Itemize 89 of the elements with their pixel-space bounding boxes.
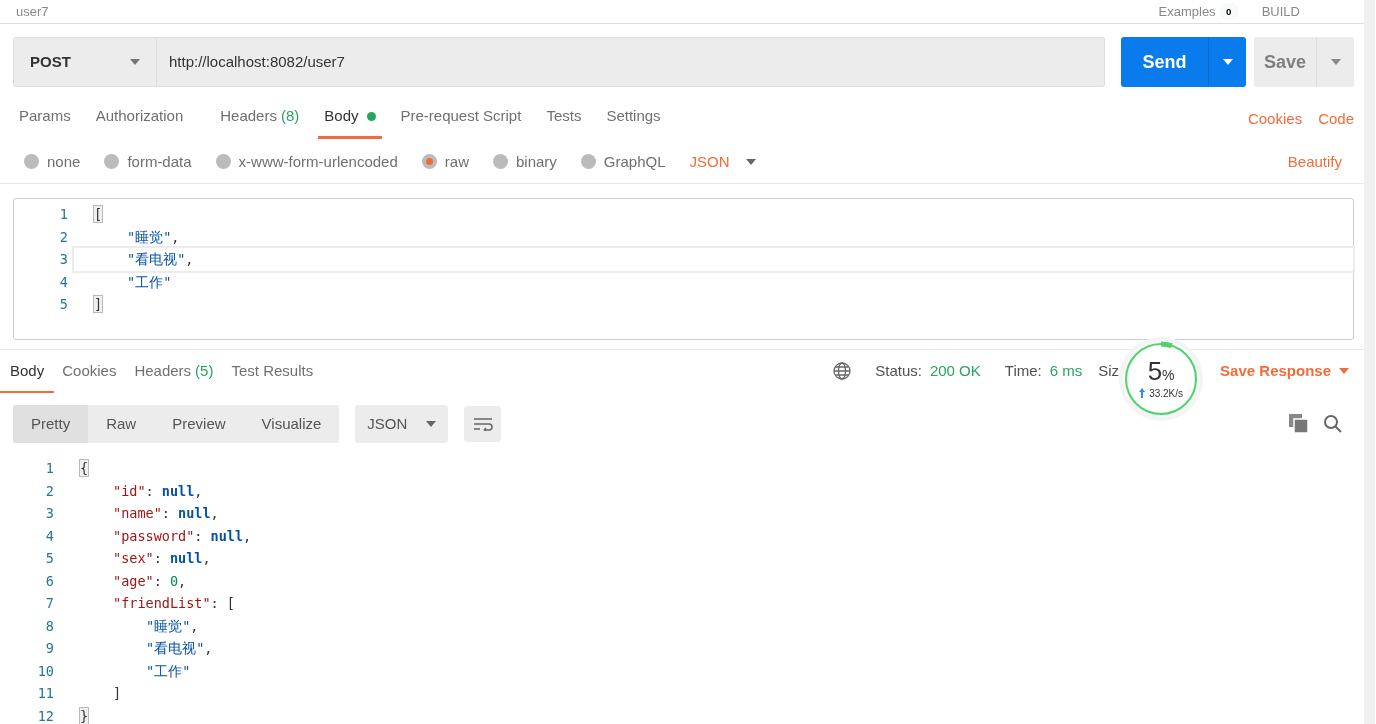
code-line: "工作" xyxy=(126,272,173,292)
line-number: 11 xyxy=(36,684,55,703)
globe-icon[interactable] xyxy=(833,362,852,381)
copy-icon[interactable] xyxy=(1289,414,1308,434)
save-options-button[interactable] xyxy=(1316,37,1354,87)
request-link[interactable]: Cookies xyxy=(1247,108,1303,131)
request-tab[interactable]: Pre-request Script xyxy=(394,95,528,139)
time-label: Time: xyxy=(1004,361,1042,381)
line-number: 2 xyxy=(44,481,55,501)
body-type-label[interactable]: x-www-form-urlencoded xyxy=(238,150,398,173)
response-tab[interactable]: Body xyxy=(0,350,55,393)
status-value: 200 OK xyxy=(929,361,981,381)
request-tab[interactable]: Headers (8) xyxy=(214,95,306,139)
line-number: 4 xyxy=(58,272,69,292)
body-type-label[interactable]: binary xyxy=(515,150,557,173)
format-dropdown[interactable]: JSON xyxy=(689,150,756,173)
code-line: ] xyxy=(112,684,123,703)
code-line: "name": null, xyxy=(112,504,220,523)
view-mode-tab[interactable]: Pretty xyxy=(13,404,89,443)
time-value: 6 ms xyxy=(1049,361,1083,381)
format-dropdown[interactable]: JSON xyxy=(355,404,449,443)
request-tab[interactable]: Authorization xyxy=(89,95,190,139)
line-number: 2 xyxy=(58,227,69,247)
request-link[interactable]: Code xyxy=(1318,108,1354,131)
caret-icon xyxy=(1222,59,1233,65)
request-tab[interactable]: Params xyxy=(13,95,77,139)
code-editor[interactable]: 1 [ 2 "睡觉", 3 "看电视", 4 "工作" 5 ] xyxy=(13,198,1354,340)
code-line: "工作" xyxy=(145,661,192,681)
line-number: 10 xyxy=(36,661,55,681)
response-tab[interactable]: Test Results xyxy=(223,350,324,393)
request-name[interactable]: user7 xyxy=(16,1,49,22)
radio-button[interactable] xyxy=(492,154,508,170)
radio-button[interactable] xyxy=(421,154,437,170)
line-number: 3 xyxy=(44,504,55,523)
caret-icon xyxy=(426,420,437,427)
line-number: 8 xyxy=(44,616,55,636)
radio-button[interactable] xyxy=(24,154,39,170)
examples-label[interactable]: Examples xyxy=(1158,1,1216,22)
caret-icon xyxy=(130,59,140,65)
code-line: "id": null, xyxy=(112,481,204,501)
body-type-label[interactable]: form-data xyxy=(127,150,192,173)
code-line: "password": null, xyxy=(112,526,253,546)
url-field[interactable]: http://localhost:8082/user7 xyxy=(157,37,1105,87)
upload-arrow-icon xyxy=(1139,388,1146,399)
caret-icon xyxy=(1339,368,1349,375)
code-line: "睡觉", xyxy=(145,616,200,636)
wrap-lines-icon xyxy=(472,416,493,431)
body-type-label[interactable]: GraphQL xyxy=(603,150,666,173)
body-type-label[interactable]: raw xyxy=(444,150,469,173)
send-button[interactable]: Send xyxy=(1121,37,1208,87)
line-number: 6 xyxy=(44,571,55,591)
search-icon[interactable] xyxy=(1324,414,1342,433)
request-tab[interactable]: Settings xyxy=(600,95,667,139)
code-line: "看电视", xyxy=(145,639,214,658)
request-tab[interactable]: Tests xyxy=(540,95,588,139)
wrap-lines-button[interactable] xyxy=(464,405,502,442)
line-number: 5 xyxy=(44,549,55,568)
line-number: 5 xyxy=(58,295,69,314)
line-number: 9 xyxy=(44,639,55,658)
save-response-button[interactable]: Save Response xyxy=(1219,359,1350,384)
examples-count: 0 xyxy=(1219,3,1238,20)
line-number: 7 xyxy=(44,594,55,613)
send-options-button[interactable] xyxy=(1208,37,1246,87)
line-number: 12 xyxy=(36,706,55,724)
build-label[interactable]: BUILD xyxy=(1261,1,1300,22)
beautify-link[interactable]: Beautify xyxy=(1287,150,1342,173)
code-line: "friendList": [ xyxy=(112,594,236,613)
line-number: 4 xyxy=(44,526,55,546)
save-button[interactable]: Save xyxy=(1254,37,1316,87)
caret-icon xyxy=(745,158,756,165)
method-dropdown[interactable]: POST xyxy=(13,37,157,87)
line-number: 1 xyxy=(44,459,55,478)
code-line: "age": 0, xyxy=(112,571,188,591)
response-tab[interactable]: Cookies xyxy=(54,350,127,393)
percent-value: 5% xyxy=(1147,357,1175,384)
radio-button[interactable] xyxy=(580,154,596,170)
line-number: 1 xyxy=(58,205,69,224)
body-type-label[interactable]: none xyxy=(47,150,81,173)
size-label: Siz xyxy=(1098,361,1120,381)
line-number: 3 xyxy=(58,250,69,269)
request-tab[interactable]: Body xyxy=(318,95,382,139)
response-tab[interactable]: Headers (5) xyxy=(126,350,224,393)
radio-button[interactable] xyxy=(215,154,231,170)
code-line: "sex": null, xyxy=(112,549,212,568)
caret-icon xyxy=(1330,59,1341,65)
status-label: Status: xyxy=(875,361,922,381)
upload-speed: 33.2K/s xyxy=(1149,386,1184,401)
radio-button[interactable] xyxy=(104,154,120,170)
code-line: "睡觉", xyxy=(126,227,181,247)
